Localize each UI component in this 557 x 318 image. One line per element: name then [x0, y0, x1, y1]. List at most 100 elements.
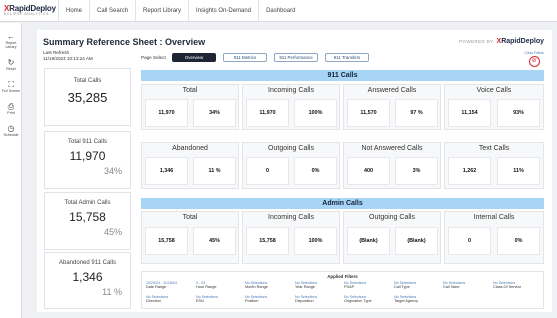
back-arrow-icon: ← — [7, 32, 15, 41]
metric-group-not-answered-calls: Not Answered Calls 400 3% — [343, 142, 441, 189]
kpi-percent: 45% — [103, 227, 122, 237]
metric-percent: 93% — [497, 99, 540, 127]
sidebar-item-label: Schedule — [3, 133, 19, 137]
metric-count: 0 — [448, 227, 491, 255]
filter-label: Disposition — [295, 299, 314, 304]
filter-date-range[interactable]: 10/20/24 - 11/18/24 Date Range — [146, 281, 194, 290]
tab-911-transfers[interactable]: 911 Transfers — [325, 53, 369, 62]
page-select-label: Page Select — [141, 55, 166, 60]
clock-icon: ◷ — [7, 124, 15, 133]
nav-home[interactable]: Home — [58, 0, 89, 22]
nav-dashboard[interactable]: Dashboard — [258, 0, 302, 22]
filter-origination-type[interactable]: No Selections Origination Type — [344, 295, 392, 304]
metric-percent: 100% — [294, 227, 337, 255]
filter-label: Origination Type — [344, 299, 372, 304]
metric-group-title: Total — [182, 214, 198, 221]
kpi-title: Total Admin Calls — [64, 200, 111, 206]
metric-count: 11,154 — [448, 99, 491, 127]
reset-icon: ↻ — [7, 58, 15, 67]
filter-label: Class Of Service — [493, 285, 522, 290]
filter-target-agency[interactable]: No Selections Target Agency — [394, 295, 442, 304]
admin-group-total: Total 15,758 45% — [141, 211, 239, 264]
kpi-title: Abandoned 911 Calls — [59, 260, 116, 266]
kpi-percent: 34% — [103, 166, 122, 176]
kpi-card-total-calls: Total Calls 35,285 — [44, 68, 131, 126]
metric-count: 11,570 — [347, 99, 390, 127]
kpi-percent: 11 % — [102, 287, 122, 297]
filter-label: Hour Range — [196, 285, 217, 290]
kpi-card-total-911-calls: Total 911 Calls 11,970 34% — [44, 131, 131, 189]
metric-group-title: Abandoned — [172, 145, 208, 152]
filter-direction[interactable]: No Selections Direction — [146, 295, 194, 304]
metric-percent: 11% — [497, 157, 540, 185]
filter-hour-range[interactable]: 0 - 23 Hour Range — [196, 281, 244, 290]
metric-group-title: Internal Calls — [473, 214, 515, 221]
filter-class-of-service[interactable]: No Selections Class Of Service — [493, 281, 541, 290]
metric-group-total: Total 11,970 34% — [141, 84, 239, 130]
sidebar-item-reset[interactable]: ↻ Reset — [0, 58, 22, 71]
applied-filters-title: Applied Filters — [327, 274, 358, 279]
metric-group-incoming-calls: Incoming Calls 11,970 100% — [242, 84, 340, 130]
filter-year-range[interactable]: No Selections Year Range — [295, 281, 343, 290]
metric-group-title: Outgoing Calls — [369, 214, 415, 221]
metric-percent: 45% — [193, 227, 236, 255]
nav-report-library[interactable]: Report Library — [135, 0, 188, 22]
kpi-card-total-admin-calls: Total Admin Calls 15,758 45% — [44, 192, 131, 250]
kpi-title: Total Calls — [73, 78, 102, 84]
filter-call-taker[interactable]: No Selections Call Taker — [443, 281, 491, 290]
tab-911-performance[interactable]: 911 Performance — [274, 53, 318, 62]
metric-count: 1,346 — [145, 157, 188, 185]
clear-filters-icon: ⊘ — [528, 56, 540, 67]
nav-call-search[interactable]: Call Search — [89, 0, 135, 22]
kpi-title: Total 911 Calls — [68, 139, 107, 145]
last-refresh-value: 11/19/2024 10:13:24 AM — [43, 56, 93, 61]
filter-position[interactable]: No Selections Position — [245, 295, 293, 304]
filter-esn[interactable]: No Selections ESN — [196, 295, 244, 304]
metric-group-title: Text Calls — [478, 145, 510, 152]
filter-label: Direction — [146, 299, 161, 304]
kpi-value: 15,758 — [69, 210, 106, 224]
metric-percent: 0% — [497, 227, 540, 255]
metric-group-title: Answered Calls — [367, 87, 417, 94]
clear-filters-label: Clear Filters — [524, 51, 544, 55]
powered-by-logo: XRapidDeploy — [497, 38, 544, 45]
tab-overview[interactable]: Overview — [172, 53, 216, 62]
filter-psap[interactable]: No Selections PSAP — [344, 281, 392, 290]
metric-count: 15,758 — [246, 227, 289, 255]
sidebar-item-label: Report Library — [5, 41, 17, 49]
metric-count: 1,262 — [448, 157, 491, 185]
clear-filters-button[interactable]: Clear Filters ⊘ — [521, 51, 547, 67]
sidebar-item-schedule[interactable]: ◷ Schedule — [0, 124, 22, 137]
filter-disposition[interactable]: No Selections Disposition — [295, 295, 343, 304]
section-header-911-calls: 911 Calls — [141, 70, 544, 81]
filter-month-range[interactable]: No Selections Month Range — [245, 281, 293, 290]
metric-group-outgoing-calls: Outgoing Calls 0 0% — [242, 142, 340, 189]
applied-filters-panel: Applied Filters 10/20/24 - 11/18/24 Date … — [141, 271, 544, 309]
metric-group-voice-calls: Voice Calls 11,154 93% — [444, 84, 544, 130]
kpi-value: 35,285 — [67, 90, 108, 105]
powered-by: POWERED BY XRapidDeploy — [459, 38, 544, 45]
admin-group-incoming-calls: Incoming Calls 15,758 100% — [242, 211, 340, 264]
kpi-card-abandoned-911-calls: Abandoned 911 Calls 1,346 11 % — [44, 252, 131, 309]
tab-911-metrics[interactable]: 911 Metrics — [223, 53, 267, 62]
last-refresh: Last Refresh 11/19/2024 10:13:24 AM — [43, 50, 93, 62]
metric-count: 11,970 — [145, 99, 188, 127]
nav-insights-on-demand[interactable]: Insights On-Demand — [188, 0, 258, 22]
report-canvas: Summary Reference Sheet : Overview POWER… — [37, 30, 552, 312]
section-header-admin-calls: Admin Calls — [141, 198, 544, 209]
metric-percent: 100% — [294, 99, 337, 127]
rapiddeploy-logo[interactable]: XRapidDeploy ECLIPSE ANALYTICS — [0, 4, 58, 17]
powered-by-label: POWERED BY — [459, 39, 494, 44]
filter-label: Month Range — [245, 285, 268, 290]
metric-group-title: Voice Calls — [476, 87, 512, 94]
metric-percent: 0% — [294, 157, 337, 185]
sidebar-item-print[interactable]: ⎙ Print — [0, 102, 22, 115]
filter-call-type[interactable]: No Selections Call Type — [394, 281, 442, 290]
metric-group-title: Outgoing Calls — [268, 145, 314, 152]
sidebar-item-full-screen[interactable]: ⛶ Full Screen — [0, 80, 22, 93]
sidebar-item-label: Reset — [6, 67, 16, 71]
filter-label: Call Type — [394, 285, 410, 290]
metric-count: 11,970 — [246, 99, 289, 127]
sidebar-item-report-library[interactable]: ← Report Library — [0, 32, 22, 49]
filter-label: Date Range — [146, 285, 167, 290]
